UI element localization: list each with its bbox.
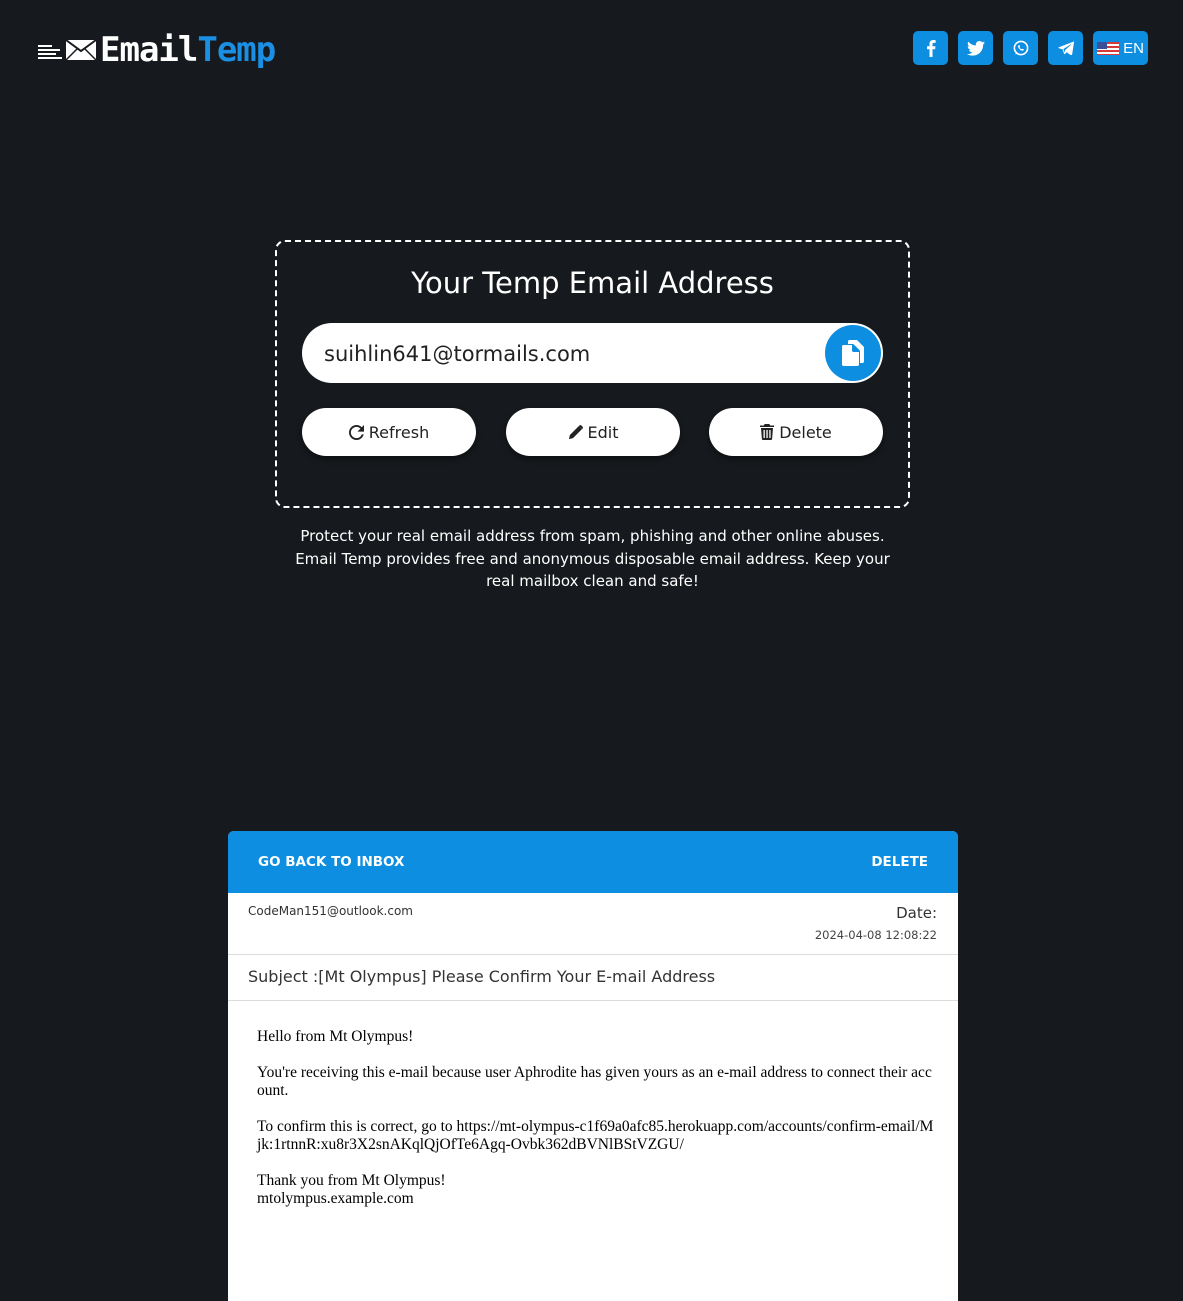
tagline-text: Protect your real email address from spa… bbox=[295, 527, 890, 590]
social-links: EN bbox=[913, 31, 1148, 65]
whatsapp-button[interactable] bbox=[1003, 31, 1038, 65]
refresh-label: Refresh bbox=[368, 422, 430, 442]
site-logo[interactable]: EmailTemp bbox=[38, 28, 276, 72]
refresh-icon bbox=[348, 424, 364, 440]
refresh-button[interactable]: Refresh bbox=[302, 408, 476, 456]
date-label: Date: bbox=[896, 904, 937, 922]
email-address-box bbox=[302, 323, 883, 385]
logo-text-part2: Temp bbox=[197, 30, 276, 70]
delete-label: Delete bbox=[779, 422, 832, 442]
delete-address-button[interactable]: Delete bbox=[709, 408, 883, 456]
pencil-icon bbox=[568, 424, 583, 439]
copy-icon bbox=[842, 340, 864, 366]
date-value: 2024-04-08 12:08:22 bbox=[814, 928, 937, 942]
email-address-field[interactable] bbox=[322, 323, 802, 385]
facebook-icon bbox=[926, 39, 936, 57]
back-to-inbox-link[interactable]: GO BACK TO INBOX bbox=[258, 831, 404, 893]
card-title: Your Temp Email Address bbox=[411, 266, 774, 300]
facebook-button[interactable] bbox=[913, 31, 948, 65]
logo-text-part1: Email bbox=[100, 30, 198, 70]
copy-button[interactable] bbox=[825, 325, 881, 381]
telegram-icon bbox=[1057, 41, 1074, 55]
mail-meta: CodeMan151@outlook.com Date: 2024-04-08 … bbox=[228, 893, 958, 955]
edit-label: Edit bbox=[587, 422, 619, 442]
whatsapp-icon bbox=[1013, 40, 1028, 56]
trash-icon bbox=[760, 424, 775, 440]
mail-paragraph-1: You're receiving this e-mail because use… bbox=[257, 1064, 932, 1099]
mail-subject: Subject :[Mt Olympus] Please Confirm You… bbox=[228, 955, 958, 1001]
temp-email-card: Your Temp Email Address Refresh Edit Del… bbox=[275, 240, 910, 508]
envelope-icon bbox=[38, 37, 98, 63]
edit-button[interactable]: Edit bbox=[506, 408, 680, 456]
language-selector[interactable]: EN bbox=[1093, 31, 1148, 65]
sender-address: CodeMan151@outlook.com bbox=[248, 904, 413, 918]
mail-greeting: Hello from Mt Olympus! bbox=[257, 1028, 414, 1045]
mail-paragraph-2: To confirm this is correct, go to https:… bbox=[257, 1118, 934, 1153]
twitter-button[interactable] bbox=[958, 31, 993, 65]
mail-thanks: Thank you from Mt Olympus! bbox=[257, 1172, 446, 1189]
delete-mail-link[interactable]: DELETE bbox=[871, 831, 928, 893]
us-flag-icon bbox=[1097, 41, 1120, 55]
language-label: EN bbox=[1123, 39, 1144, 57]
mail-viewer: GO BACK TO INBOX DELETE CodeMan151@outlo… bbox=[228, 831, 958, 1301]
site-header: EmailTemp EN bbox=[0, 0, 1183, 100]
twitter-icon bbox=[966, 40, 985, 56]
mail-toolbar: GO BACK TO INBOX DELETE bbox=[228, 831, 958, 893]
logo-text: EmailTemp bbox=[100, 30, 276, 70]
mail-site: mtolympus.example.com bbox=[257, 1190, 414, 1207]
telegram-button[interactable] bbox=[1048, 31, 1083, 65]
mail-body: Hello from Mt Olympus! You're receiving … bbox=[257, 1028, 937, 1226]
